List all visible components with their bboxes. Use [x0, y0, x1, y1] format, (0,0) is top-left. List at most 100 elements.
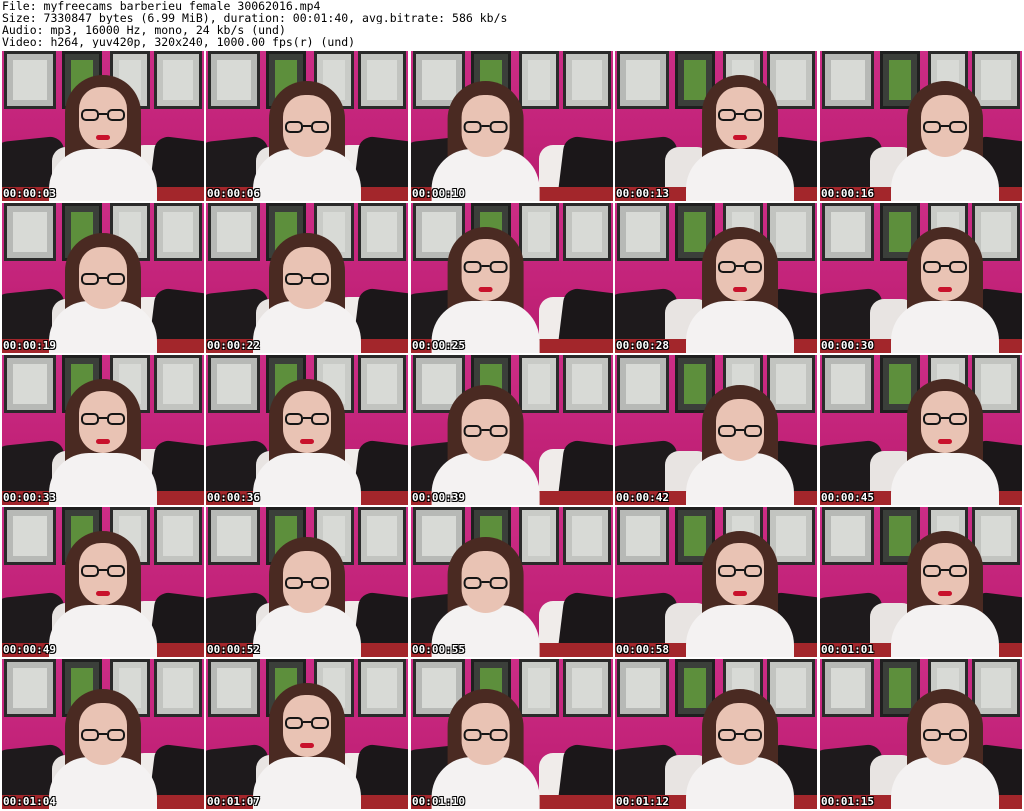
video-thumbnail: 00:00:36 [206, 355, 408, 505]
video-thumbnail: 00:00:58 [615, 507, 817, 657]
video-thumbnail: 00:00:52 [206, 507, 408, 657]
glasses-icon [463, 729, 508, 743]
wall-picture [617, 51, 669, 109]
file-name-line: File: myfreecams_barberieu_female_300620… [2, 0, 321, 12]
person-figure [247, 355, 367, 505]
thumbnail-timestamp: 00:00:28 [616, 339, 669, 352]
video-thumbnail: 00:00:30 [820, 203, 1022, 353]
thumbnail-timestamp: 00:00:49 [3, 643, 56, 656]
person-figure [680, 659, 800, 809]
video-thumbnail: 00:00:22 [206, 203, 408, 353]
thumbnail-timestamp: 00:00:42 [616, 491, 669, 504]
video-thumbnail: 00:00:42 [615, 355, 817, 505]
glasses-icon [718, 425, 762, 439]
thumbnail-timestamp: 00:00:25 [412, 339, 465, 352]
person-figure [43, 659, 163, 809]
wall-picture [617, 203, 669, 261]
wall-picture [617, 355, 669, 413]
glasses-icon [285, 121, 329, 135]
video-thumbnail: 00:00:19 [2, 203, 204, 353]
person-figure [426, 203, 546, 353]
person-figure [43, 203, 163, 353]
person-figure [680, 51, 800, 201]
person-figure [885, 51, 1005, 201]
thumbnail-timestamp: 00:00:55 [412, 643, 465, 656]
glasses-icon [718, 565, 762, 579]
file-info-header: File: myfreecams_barberieu_female_300620… [2, 0, 1022, 50]
glasses-icon [463, 121, 508, 135]
video-thumbnail: 00:01:04 [2, 659, 204, 809]
glasses-icon [718, 261, 762, 275]
wall-picture [822, 659, 874, 717]
thumbnail-timestamp: 00:00:58 [616, 643, 669, 656]
wall-picture [822, 507, 874, 565]
wall-picture [822, 355, 874, 413]
person-figure [680, 355, 800, 505]
glasses-icon [463, 425, 508, 439]
thumbnail-timestamp: 00:00:22 [207, 339, 260, 352]
video-thumbnail: 00:00:39 [411, 355, 613, 505]
person-figure [247, 507, 367, 657]
glasses-icon [923, 261, 967, 275]
person-figure [885, 355, 1005, 505]
video-thumbnail: 00:01:10 [411, 659, 613, 809]
thumbnail-timestamp: 00:00:33 [3, 491, 56, 504]
glasses-icon [463, 261, 508, 275]
video-info-line: Video: h264, yuv420p, 320x240, 1000.00 f… [2, 36, 356, 48]
wall-picture [822, 203, 874, 261]
thumbnail-timestamp: 00:00:39 [412, 491, 465, 504]
video-thumbnail: 00:00:25 [411, 203, 613, 353]
person-figure [680, 507, 800, 657]
video-thumbnail: 00:01:07 [206, 659, 408, 809]
thumbnail-timestamp: 00:01:04 [3, 795, 56, 808]
video-thumbnail: 00:00:10 [411, 51, 613, 201]
video-thumbnail: 00:00:28 [615, 203, 817, 353]
wall-picture [563, 507, 611, 565]
wall-picture [563, 659, 611, 717]
thumbnail-timestamp: 00:01:01 [821, 643, 874, 656]
glasses-icon [285, 717, 329, 731]
person-figure [885, 203, 1005, 353]
glasses-icon [463, 577, 508, 591]
thumbnail-grid: 00:00:03 00:00:06 00:00:10 00:00:13 00:00:16… [2, 51, 1022, 811]
thumbnail-timestamp: 00:00:06 [207, 187, 260, 200]
glasses-icon [81, 729, 125, 743]
video-thumbnail: 00:00:16 [820, 51, 1022, 201]
glasses-icon [81, 273, 125, 287]
glasses-icon [285, 413, 329, 427]
video-thumbnail: 00:00:45 [820, 355, 1022, 505]
thumbnail-timestamp: 00:01:10 [412, 795, 465, 808]
glasses-icon [285, 273, 329, 287]
person-figure [426, 355, 546, 505]
person-figure [247, 659, 367, 809]
glasses-icon [718, 729, 762, 743]
glasses-icon [285, 577, 329, 591]
person-figure [680, 203, 800, 353]
thumbnail-timestamp: 00:00:45 [821, 491, 874, 504]
person-figure [43, 355, 163, 505]
audio-info-line: Audio: mp3, 16000 Hz, mono, 24 kb/s (und… [2, 24, 286, 36]
thumbnail-timestamp: 00:00:10 [412, 187, 465, 200]
video-thumbnail: 00:00:13 [615, 51, 817, 201]
wall-picture [563, 355, 611, 413]
video-thumbnail: 00:00:55 [411, 507, 613, 657]
thumbnail-timestamp: 00:01:15 [821, 795, 874, 808]
glasses-icon [81, 109, 125, 123]
thumbnail-timestamp: 00:00:36 [207, 491, 260, 504]
video-thumbnail: 00:01:01 [820, 507, 1022, 657]
person-figure [247, 51, 367, 201]
video-thumbnail: 00:00:06 [206, 51, 408, 201]
glasses-icon [923, 413, 967, 427]
glasses-icon [923, 121, 967, 135]
person-figure [43, 507, 163, 657]
video-thumbnail: 00:00:33 [2, 355, 204, 505]
video-thumbnail: 00:01:12 [615, 659, 817, 809]
video-thumbnail: 00:01:15 [820, 659, 1022, 809]
video-thumbnail: 00:00:03 [2, 51, 204, 201]
wall-picture [822, 51, 874, 109]
person-figure [426, 659, 546, 809]
thumbnail-timestamp: 00:00:16 [821, 187, 874, 200]
thumbnail-timestamp: 00:00:19 [3, 339, 56, 352]
file-size-line: Size: 7330847 bytes (6.99 MiB), duration… [2, 12, 508, 24]
thumbnail-timestamp: 00:00:13 [616, 187, 669, 200]
